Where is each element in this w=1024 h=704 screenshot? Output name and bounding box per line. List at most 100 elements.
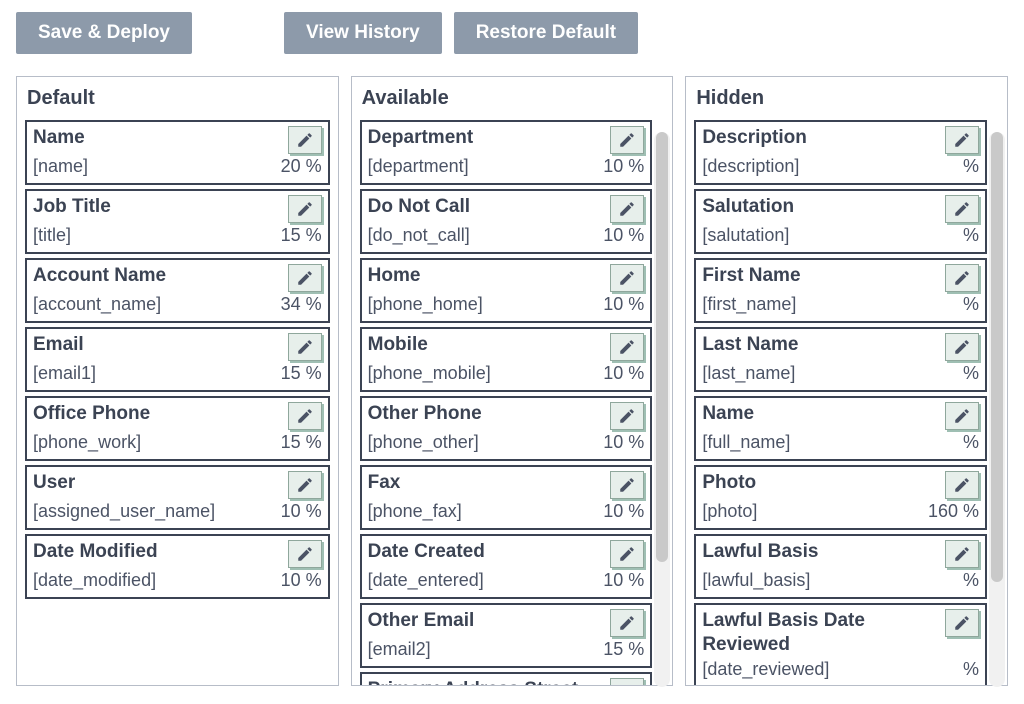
field-item[interactable]: Primary Address Street <box>360 672 653 685</box>
field-item[interactable]: Account Name[account_name]34 % <box>25 258 330 323</box>
field-list[interactable]: Department [department] 10 % Do Not Call [do… <box>360 120 653 685</box>
field-item[interactable]: First Name[first_name]% <box>694 258 987 323</box>
field-item[interactable]: Home[phone_home]10 % <box>360 258 653 323</box>
field-item[interactable]: Date Created[date_entered]10 % <box>360 534 653 599</box>
field-list[interactable]: Name[name]20 % Job Title [title] 15 % Accoun… <box>25 120 330 599</box>
pencil-icon[interactable] <box>288 540 322 568</box>
field-label: Other Phone <box>368 402 488 426</box>
pencil-icon[interactable] <box>288 264 322 292</box>
pencil-icon[interactable] <box>288 402 322 430</box>
field-tech-name: [title] <box>33 225 71 246</box>
pencil-icon[interactable] <box>610 609 644 637</box>
field-width-pct: % <box>963 363 979 384</box>
pencil-icon[interactable] <box>288 333 322 361</box>
pencil-icon[interactable] <box>945 402 979 430</box>
pencil-icon[interactable] <box>610 333 644 361</box>
pencil-icon[interactable] <box>288 471 322 499</box>
field-item[interactable]: Fax[phone_fax]10 % <box>360 465 653 530</box>
field-tech-name: [salutation] <box>702 225 789 246</box>
field-tech-name: [phone_other] <box>368 432 479 453</box>
field-width-pct: 10 % <box>603 294 644 315</box>
field-label: Account Name <box>33 264 172 288</box>
columns-container: Default Name[name]20 % Job Title [title] 15 … <box>16 76 1008 686</box>
field-label: Name <box>33 126 91 150</box>
pencil-icon[interactable] <box>610 402 644 430</box>
field-item[interactable]: Lawful Basis Date Reviewed[date_reviewed… <box>694 603 987 685</box>
pencil-icon[interactable] <box>945 540 979 568</box>
column-available: AvailableDepartment[department]10 %Do No… <box>351 76 674 686</box>
scrollbar[interactable] <box>654 132 670 687</box>
field-item[interactable]: Lawful Basis[lawful_basis]% <box>694 534 987 599</box>
pencil-icon[interactable] <box>610 126 644 154</box>
pencil-icon[interactable] <box>288 195 322 223</box>
field-item[interactable]: Name[full_name]% <box>694 396 987 461</box>
field-label: Do Not Call <box>368 195 476 219</box>
field-width-pct: % <box>963 432 979 453</box>
field-item[interactable]: Date Modified[date_modified]10 % <box>25 534 330 599</box>
pencil-icon[interactable] <box>945 333 979 361</box>
field-tech-name: [phone_work] <box>33 432 141 453</box>
field-width-pct: 10 % <box>603 363 644 384</box>
pencil-icon[interactable] <box>610 195 644 223</box>
field-item[interactable]: Department[department]10 % <box>360 120 653 185</box>
field-list[interactable]: Description[description]%Salutation[salu… <box>694 120 987 685</box>
field-tech-name: [email2] <box>368 639 431 660</box>
restore-default-button[interactable]: Restore Default <box>454 12 638 54</box>
field-label: Primary Address Street <box>368 678 585 685</box>
field-tech-name: [email1] <box>33 363 96 384</box>
toolbar: Save & Deploy View History Restore Defau… <box>16 12 1008 54</box>
field-tech-name: [lawful_basis] <box>702 570 810 591</box>
field-tech-name: [date_modified] <box>33 570 156 591</box>
field-tech-name: [phone_home] <box>368 294 483 315</box>
field-label: Email <box>33 333 90 357</box>
field-label: Date Modified <box>33 540 164 564</box>
field-tech-name: [phone_fax] <box>368 501 462 522</box>
field-label: Job Title <box>33 195 117 219</box>
field-item[interactable]: Photo[photo]160 % <box>694 465 987 530</box>
field-label: Fax <box>368 471 407 495</box>
field-label: Last Name <box>702 333 804 357</box>
field-tech-name: [last_name] <box>702 363 795 384</box>
field-tech-name: [photo] <box>702 501 757 522</box>
column-title: Default <box>27 87 330 110</box>
field-item[interactable]: Job Title[title]15 % <box>25 189 330 254</box>
field-width-pct: % <box>963 156 979 177</box>
field-width-pct: % <box>963 294 979 315</box>
field-width-pct: 10 % <box>603 225 644 246</box>
field-item[interactable]: Office Phone[phone_work]15 % <box>25 396 330 461</box>
scrollbar-thumb[interactable] <box>991 132 1003 582</box>
scrollbar[interactable] <box>989 132 1005 687</box>
field-item[interactable]: Mobile[phone_mobile]10 % <box>360 327 653 392</box>
field-item[interactable]: Description[description]% <box>694 120 987 185</box>
field-item[interactable]: Email [email1] 15 % <box>25 327 330 392</box>
field-tech-name: [description] <box>702 156 799 177</box>
field-item[interactable]: Other Email[email2]15 % <box>360 603 653 668</box>
pencil-icon[interactable] <box>945 126 979 154</box>
field-label: Department <box>368 126 480 150</box>
field-tech-name: [department] <box>368 156 469 177</box>
pencil-icon[interactable] <box>610 264 644 292</box>
pencil-icon[interactable] <box>288 126 322 154</box>
field-item[interactable]: Other Phone[phone_other]10 % <box>360 396 653 461</box>
pencil-icon[interactable] <box>610 471 644 499</box>
save-deploy-button[interactable]: Save & Deploy <box>16 12 192 54</box>
pencil-icon[interactable] <box>610 540 644 568</box>
field-item[interactable]: Last Name [last_name]% <box>694 327 987 392</box>
pencil-icon[interactable] <box>945 471 979 499</box>
field-width-pct: 34 % <box>281 294 322 315</box>
field-label: Other Email <box>368 609 481 633</box>
pencil-icon[interactable] <box>945 609 979 637</box>
field-item[interactable]: Salutation[salutation]% <box>694 189 987 254</box>
field-item[interactable]: User[assigned_user_name]10 % <box>25 465 330 530</box>
field-width-pct: 10 % <box>281 501 322 522</box>
scrollbar-thumb[interactable] <box>656 132 668 562</box>
view-history-button[interactable]: View History <box>284 12 442 54</box>
pencil-icon[interactable] <box>945 264 979 292</box>
field-label: Date Created <box>368 540 491 564</box>
field-tech-name: [do_not_call] <box>368 225 470 246</box>
field-item[interactable]: Name[name]20 % <box>25 120 330 185</box>
field-item[interactable]: Do Not Call [do_not_call] 10 % <box>360 189 653 254</box>
field-width-pct: 15 % <box>281 363 322 384</box>
pencil-icon[interactable] <box>945 195 979 223</box>
pencil-icon[interactable] <box>610 678 644 685</box>
